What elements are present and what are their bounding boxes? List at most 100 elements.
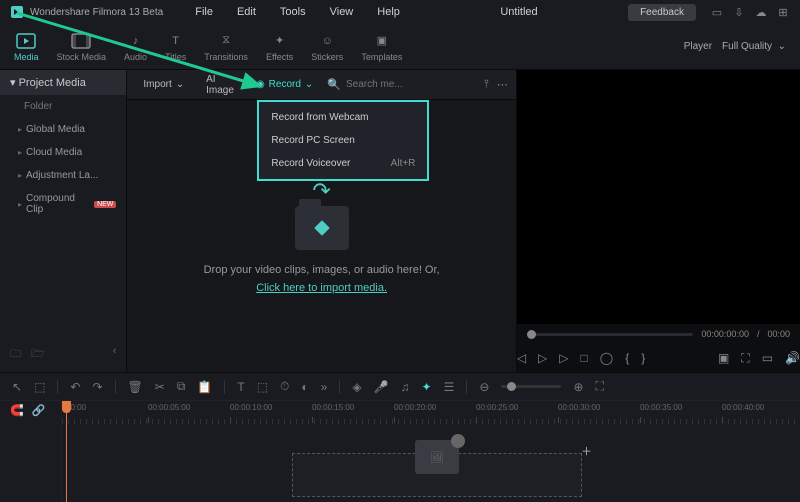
effects-icon: ✦ bbox=[270, 32, 290, 50]
ratio-icon[interactable]: ▭ bbox=[762, 351, 773, 365]
import-link[interactable]: Click here to import media. bbox=[256, 282, 387, 294]
time-sep: / bbox=[757, 329, 760, 339]
link-icon[interactable]: 🔗 bbox=[32, 404, 46, 417]
folder-icon[interactable]: 🗁 bbox=[31, 345, 45, 364]
ai-image-button[interactable]: AI Image bbox=[198, 71, 242, 99]
sidebar-folder[interactable]: Folder bbox=[0, 95, 126, 118]
tab-titles[interactable]: T Titles bbox=[165, 32, 186, 62]
playhead[interactable] bbox=[66, 401, 67, 502]
clip-thumbnail: 🖼 bbox=[415, 440, 459, 474]
filter-icon[interactable]: ⫯ bbox=[484, 78, 489, 91]
monitor-icon[interactable]: ▭ bbox=[708, 3, 726, 21]
zoom-slider[interactable] bbox=[501, 385, 561, 388]
mark-out-icon[interactable]: } bbox=[641, 351, 645, 365]
crop-icon[interactable]: ⬚ bbox=[257, 380, 268, 394]
app-logo bbox=[8, 3, 26, 21]
music-icon[interactable]: ♫ bbox=[401, 380, 410, 394]
mark-in-icon[interactable]: { bbox=[625, 351, 629, 365]
zoom-out-icon[interactable]: ⊖ bbox=[479, 380, 489, 394]
stock-icon bbox=[71, 32, 91, 50]
timeline-tracks[interactable]: 00:00 00:00:05:00 00:00:10:00 00:00:15:0… bbox=[62, 401, 800, 502]
feedback-button[interactable]: Feedback bbox=[628, 4, 696, 21]
new-folder-icon[interactable]: 🗀 bbox=[10, 345, 21, 364]
record-screen[interactable]: Record PC Screen bbox=[259, 129, 427, 152]
record-voiceover[interactable]: Record VoiceoverAlt+R bbox=[259, 152, 427, 175]
tab-effects[interactable]: ✦ Effects bbox=[266, 32, 293, 62]
zoom-fit-icon[interactable]: ⛶ bbox=[596, 379, 604, 394]
transitions-icon: ⧖ bbox=[216, 32, 236, 50]
color-icon[interactable]: ◐ bbox=[301, 380, 308, 394]
next-frame-icon[interactable]: ▷ bbox=[559, 351, 568, 365]
stop-icon[interactable]: □ bbox=[581, 351, 588, 365]
volume-icon[interactable]: 🔊 bbox=[785, 351, 800, 365]
folder-graphic bbox=[295, 206, 349, 250]
media-toolbar: Import ⌄ AI Image ◉ Record ⌄ 🔍 ⫯ ⋯ bbox=[127, 70, 515, 100]
search-input[interactable] bbox=[346, 79, 478, 90]
timeline: ↖ ⬚ ↶ ↷ 🗑 ✂ ⧉ 📋 T ⬚ ⏱ ◐ » ◈ 🎤 ♫ ✦ ☰ ⊖ ⊕ … bbox=[0, 372, 800, 502]
speed-icon[interactable]: ⏱ bbox=[280, 379, 289, 394]
new-badge: NEW bbox=[94, 201, 116, 208]
play-icon[interactable]: ▷ bbox=[538, 351, 547, 365]
sidebar-item-compound[interactable]: ▸Compound ClipNEW bbox=[0, 187, 126, 221]
collapse-sidebar-icon[interactable]: ‹ bbox=[113, 345, 117, 364]
add-clip-icon[interactable]: ＋ bbox=[581, 443, 592, 459]
tab-stickers[interactable]: ☺ Stickers bbox=[311, 32, 343, 62]
preview-canvas[interactable] bbox=[517, 70, 800, 324]
menu-view[interactable]: View bbox=[320, 3, 364, 21]
record-menu: Record from Webcam Record PC Screen Reco… bbox=[257, 100, 429, 181]
sidebar-item-global[interactable]: ▸Global Media bbox=[0, 118, 126, 141]
sidebar-item-adjustment[interactable]: ▸Adjustment La... bbox=[0, 164, 126, 187]
menu-file[interactable]: File bbox=[185, 3, 223, 21]
quality-dropdown[interactable]: Full Quality ⌄ bbox=[722, 41, 786, 52]
marker-icon[interactable]: ◈ bbox=[352, 380, 361, 394]
tab-audio[interactable]: ♪ Audio bbox=[124, 32, 147, 62]
delete-icon[interactable]: 🗑 bbox=[128, 380, 143, 394]
app-name: Wondershare Filmora 13 Beta bbox=[30, 7, 163, 18]
copy-icon[interactable]: ⧉ bbox=[177, 379, 186, 394]
magnet-icon[interactable]: 🧲 bbox=[10, 404, 24, 417]
search-icon: 🔍 bbox=[327, 78, 341, 91]
fullscreen-icon[interactable]: ⛶ bbox=[741, 351, 749, 366]
time-ruler[interactable]: 00:00 00:00:05:00 00:00:10:00 00:00:15:0… bbox=[62, 401, 800, 427]
time-total: 00:00 bbox=[767, 329, 790, 339]
cloud-icon[interactable]: ☁ bbox=[752, 3, 770, 21]
sidebar-item-cloud[interactable]: ▸Cloud Media bbox=[0, 141, 126, 164]
more-tools-icon[interactable]: » bbox=[321, 380, 328, 394]
grid-icon[interactable]: ⊞ bbox=[774, 3, 792, 21]
menu-edit[interactable]: Edit bbox=[227, 3, 266, 21]
tab-media[interactable]: Media bbox=[14, 32, 39, 62]
snapshot-icon[interactable]: ▣ bbox=[718, 351, 729, 365]
menu-help[interactable]: Help bbox=[367, 3, 410, 21]
import-dropdown[interactable]: Import ⌄ bbox=[135, 76, 192, 93]
document-title: Untitled bbox=[414, 6, 624, 18]
scrubber[interactable] bbox=[527, 333, 694, 336]
tab-transitions[interactable]: ⧖ Transitions bbox=[204, 32, 248, 62]
more-icon[interactable]: ⋯ bbox=[497, 78, 508, 91]
cut-icon[interactable]: ✂ bbox=[155, 380, 165, 394]
menu-tools[interactable]: Tools bbox=[270, 3, 316, 21]
player-label: Player bbox=[684, 41, 712, 52]
paste-icon[interactable]: 📋 bbox=[197, 380, 212, 394]
select-icon[interactable]: ⬚ bbox=[34, 380, 45, 394]
titles-icon: T bbox=[166, 32, 186, 50]
redo-icon[interactable]: ↷ bbox=[92, 380, 102, 394]
sidebar-header[interactable]: ▾ Project Media bbox=[0, 70, 126, 95]
record-dropdown[interactable]: ◉ Record ⌄ bbox=[248, 76, 321, 93]
undo-icon[interactable]: ↶ bbox=[70, 380, 80, 394]
tab-templates[interactable]: ▣ Templates bbox=[361, 32, 402, 62]
track-headers: 🧲🔗 bbox=[0, 401, 62, 502]
download-icon[interactable]: ⇩ bbox=[730, 3, 748, 21]
loop-icon[interactable]: ◯ bbox=[600, 351, 613, 365]
mixer-icon[interactable]: ☰ bbox=[444, 380, 455, 394]
tab-stock-media[interactable]: Stock Media bbox=[57, 32, 107, 62]
pointer-icon[interactable]: ↖ bbox=[12, 380, 22, 394]
stickers-icon: ☺ bbox=[317, 32, 337, 50]
prev-frame-icon[interactable]: ◁ bbox=[517, 351, 526, 365]
mic-icon[interactable]: 🎤 bbox=[374, 380, 389, 394]
placeholder-clip[interactable]: 🖼 ＋ bbox=[292, 453, 582, 497]
ai-icon[interactable]: ✦ bbox=[422, 380, 432, 394]
asset-tabs: Media Stock Media ♪ Audio T Titles ⧖ Tra… bbox=[0, 24, 800, 70]
text-icon[interactable]: T bbox=[237, 380, 244, 394]
record-webcam[interactable]: Record from Webcam bbox=[259, 106, 427, 129]
zoom-in-icon[interactable]: ⊕ bbox=[573, 380, 583, 394]
